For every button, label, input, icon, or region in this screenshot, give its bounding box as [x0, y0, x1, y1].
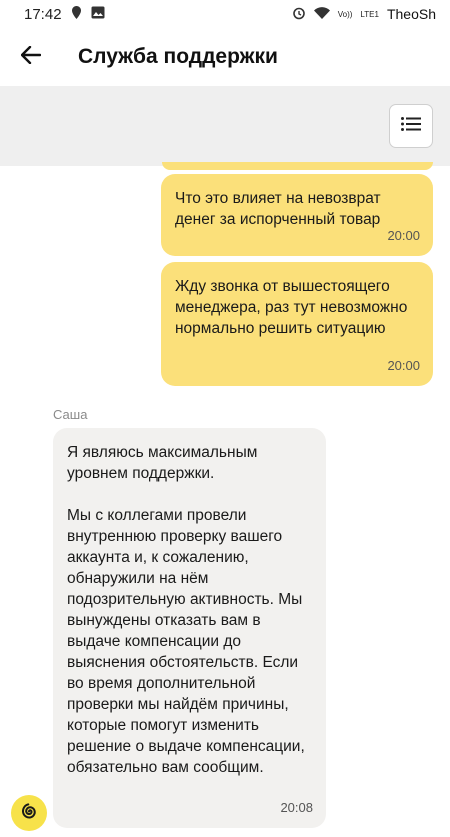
wifi-icon: [313, 6, 330, 22]
sender-name: Саша: [53, 407, 88, 422]
status-time: 17:42: [24, 5, 62, 23]
arrow-left-icon: [20, 45, 42, 69]
app-bar: Служба поддержки: [0, 28, 450, 86]
message-paragraph: Мы с коллегами провели внутреннюю провер…: [67, 507, 305, 776]
lte-label: LTE1: [360, 9, 379, 19]
outgoing-message[interactable]: Жду звонка от вышестоящего менеджера, ра…: [161, 262, 433, 386]
message-time: 20:00: [387, 228, 420, 243]
message-text: Что это влияет на невозврат денег за исп…: [175, 190, 381, 228]
location-icon: [71, 5, 81, 23]
message-text: Жду звонка от вышестоящего менеджера, ра…: [175, 278, 408, 337]
status-bar: 17:42 Vo)) LTE1 TheoSh: [0, 0, 450, 28]
message-time: 20:08: [280, 800, 313, 815]
alarm-icon: [292, 6, 306, 23]
menu-button[interactable]: [389, 104, 433, 148]
message-time: 20:00: [387, 358, 420, 373]
incoming-message[interactable]: Я являюсь максимальным уровнем поддержки…: [53, 428, 326, 828]
outgoing-message[interactable]: Что это влияет на невозврат денег за исп…: [161, 174, 433, 256]
spiral-logo-icon: [17, 799, 41, 828]
back-button[interactable]: [0, 28, 62, 86]
volte-label: Vo)): [337, 9, 353, 19]
page-title: Служба поддержки: [78, 45, 278, 68]
previous-message-tail: [162, 162, 433, 170]
chat-toolbar: [0, 86, 450, 166]
watermark-text: TheoSh: [386, 6, 436, 22]
image-icon: [91, 6, 105, 23]
list-icon: [401, 116, 421, 136]
message-paragraph: Я являюсь максимальным уровнем поддержки…: [67, 444, 258, 482]
support-avatar: [11, 795, 47, 831]
